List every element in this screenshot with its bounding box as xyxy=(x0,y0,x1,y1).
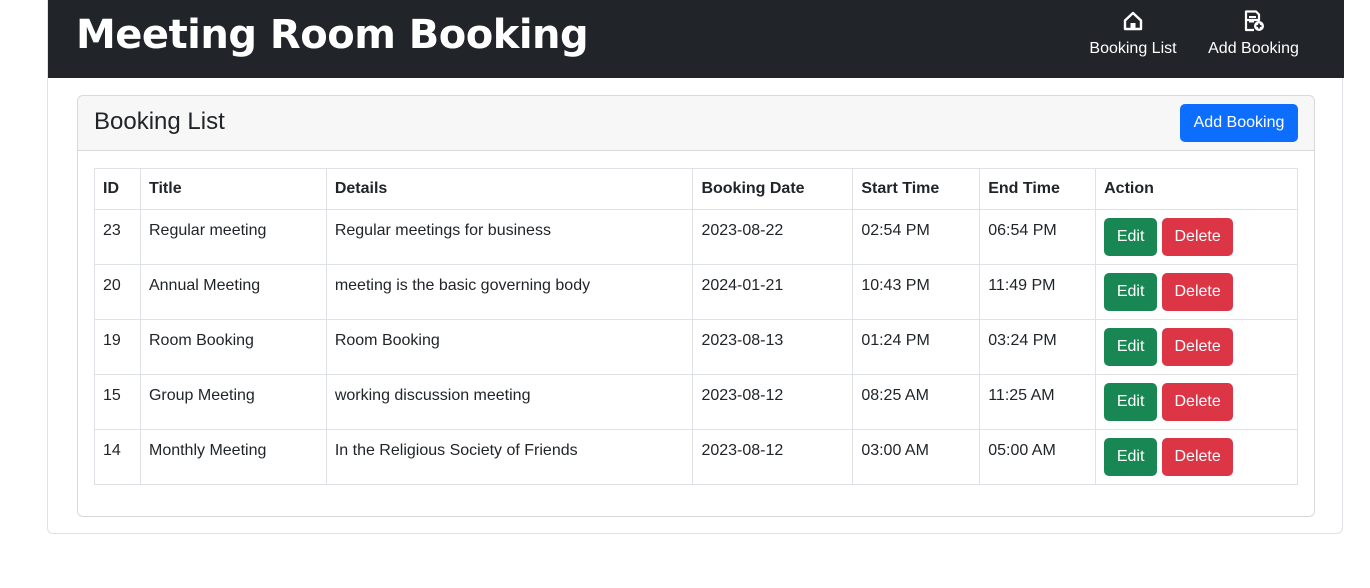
cell-action: Edit Delete xyxy=(1095,264,1298,320)
cell-title: Annual Meeting xyxy=(139,264,327,320)
app-container: Meeting Room Booking Booking List Add Bo… xyxy=(47,0,1344,534)
delete-button[interactable]: Delete xyxy=(1162,383,1234,421)
delete-button[interactable]: Delete xyxy=(1162,328,1234,366)
cell-id: 23 xyxy=(94,209,141,265)
column-header-title: Title xyxy=(139,168,327,210)
bookings-table: ID Title Details Booking Date Start Time… xyxy=(94,168,1298,485)
cell-booking-date: 2023-08-13 xyxy=(692,319,854,375)
cell-booking-date: 2024-01-21 xyxy=(692,264,854,320)
cell-action: Edit Delete xyxy=(1095,319,1298,375)
table-header-row: ID Title Details Booking Date Start Time… xyxy=(94,168,1298,210)
add-booking-button[interactable]: Add Booking xyxy=(1180,104,1298,142)
column-header-action: Action xyxy=(1095,168,1298,210)
cell-details: meeting is the basic governing body xyxy=(325,264,694,320)
delete-button[interactable]: Delete xyxy=(1162,438,1234,476)
cell-action: Edit Delete xyxy=(1095,374,1298,430)
cell-start-time: 01:24 PM xyxy=(852,319,981,375)
top-navbar: Meeting Room Booking Booking List Add Bo… xyxy=(48,0,1344,78)
delete-button[interactable]: Delete xyxy=(1162,218,1234,256)
nav-booking-list-label: Booking List xyxy=(1089,40,1177,57)
column-header-start-time: Start Time xyxy=(852,168,981,210)
cell-start-time: 10:43 PM xyxy=(852,264,981,320)
edit-button[interactable]: Edit xyxy=(1104,273,1158,311)
cell-end-time: 06:54 PM xyxy=(979,209,1097,265)
cell-id: 20 xyxy=(94,264,141,320)
delete-button[interactable]: Delete xyxy=(1162,273,1234,311)
cell-details: Room Booking xyxy=(325,319,694,375)
cell-booking-date: 2023-08-12 xyxy=(692,429,854,485)
edit-button[interactable]: Edit xyxy=(1104,218,1158,256)
house-icon xyxy=(1123,11,1143,31)
cell-title: Group Meeting xyxy=(139,374,327,430)
cell-details: Regular meetings for business xyxy=(325,209,694,265)
column-header-booking-date: Booking Date xyxy=(692,168,854,210)
document-add-icon xyxy=(1244,10,1264,32)
cell-details: In the Religious Society of Friends xyxy=(325,429,694,485)
table-row: 19 Room Booking Room Booking 2023-08-13 … xyxy=(94,319,1298,375)
edit-button[interactable]: Edit xyxy=(1104,438,1158,476)
cell-title: Regular meeting xyxy=(139,209,327,265)
edit-button[interactable]: Edit xyxy=(1104,383,1158,421)
table-row: 14 Monthly Meeting In the Religious Soci… xyxy=(94,429,1298,485)
cell-start-time: 02:54 PM xyxy=(852,209,981,265)
cell-end-time: 11:25 AM xyxy=(979,374,1097,430)
table-row: 20 Annual Meeting meeting is the basic g… xyxy=(94,264,1298,320)
cell-id: 14 xyxy=(94,429,141,485)
column-header-details: Details xyxy=(325,168,694,210)
column-header-end-time: End Time xyxy=(979,168,1097,210)
cell-start-time: 08:25 AM xyxy=(852,374,981,430)
cell-title: Monthly Meeting xyxy=(139,429,327,485)
cell-action: Edit Delete xyxy=(1095,209,1298,265)
column-header-id: ID xyxy=(94,168,141,210)
nav-add-booking-label: Add Booking xyxy=(1208,40,1299,57)
table-row: 15 Group Meeting working discussion meet… xyxy=(94,374,1298,430)
card-title: Booking List xyxy=(94,108,225,135)
cell-start-time: 03:00 AM xyxy=(852,429,981,485)
cell-action: Edit Delete xyxy=(1095,429,1298,485)
cell-title: Room Booking xyxy=(139,319,327,375)
nav-booking-list[interactable]: Booking List xyxy=(1088,10,1178,66)
brand-title[interactable]: Meeting Room Booking xyxy=(76,8,589,62)
cell-end-time: 03:24 PM xyxy=(979,319,1097,375)
cell-id: 15 xyxy=(94,374,141,430)
edit-button[interactable]: Edit xyxy=(1104,328,1158,366)
cell-end-time: 05:00 AM xyxy=(979,429,1097,485)
cell-id: 19 xyxy=(94,319,141,375)
table-row: 23 Regular meeting Regular meetings for … xyxy=(94,209,1298,265)
cell-details: working discussion meeting xyxy=(325,374,694,430)
card-header: Booking List Add Booking xyxy=(78,96,1314,151)
cell-end-time: 11:49 PM xyxy=(979,264,1097,320)
nav-add-booking[interactable]: Add Booking xyxy=(1205,10,1302,66)
cell-booking-date: 2023-08-22 xyxy=(692,209,854,265)
cell-booking-date: 2023-08-12 xyxy=(692,374,854,430)
booking-list-card: Booking List Add Booking ID Title Detail… xyxy=(77,95,1315,517)
